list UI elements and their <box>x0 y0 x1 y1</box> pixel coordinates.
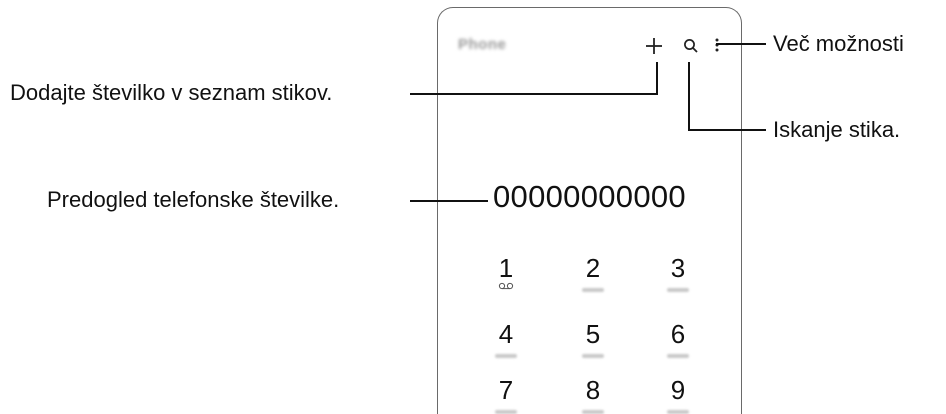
add-contact-leader-horizontal <box>410 93 658 95</box>
search-contact-callout: Iskanje stika. <box>773 117 901 142</box>
number-preview: 00000000000 <box>493 179 686 214</box>
plus-icon[interactable] <box>645 37 663 55</box>
key-letters <box>582 354 604 358</box>
key-digit: 9 <box>670 375 686 405</box>
key-6[interactable]: 6 <box>648 320 708 358</box>
search-leader-horizontal <box>688 129 766 131</box>
add-contact-leader-vertical <box>656 62 658 95</box>
key-digit: 3 <box>670 253 686 283</box>
key-digit: 6 <box>670 319 686 349</box>
more-options-icon[interactable] <box>714 37 720 53</box>
key-1[interactable]: 1 <box>476 254 536 290</box>
more-options-leader-line <box>716 43 766 45</box>
key-letters <box>495 354 517 358</box>
key-letters <box>667 410 689 414</box>
key-2[interactable]: 2 <box>563 254 623 292</box>
search-icon[interactable] <box>683 38 699 54</box>
key-9[interactable]: 9 <box>648 376 708 414</box>
key-digit: 1 <box>498 253 514 283</box>
add-to-contacts-callout: Dodajte številko v seznam stikov. <box>10 80 333 105</box>
app-title: Phone <box>458 36 507 53</box>
key-letters <box>582 288 604 292</box>
key-digit: 4 <box>498 319 514 349</box>
number-preview-callout: Predogled telefonske številke. <box>47 187 340 212</box>
key-digit: 8 <box>585 375 601 405</box>
key-7[interactable]: 7 <box>476 376 536 414</box>
phone-screen: Phone 00000000000 1 2 3 4 5 6 7 8 9 <box>437 7 742 414</box>
key-digit: 2 <box>585 253 601 283</box>
more-options-callout: Več možnosti <box>773 31 904 56</box>
key-letters <box>667 288 689 292</box>
key-5[interactable]: 5 <box>563 320 623 358</box>
screenshot-stage: Phone 00000000000 1 2 3 4 5 6 7 8 9 Več … <box>0 0 946 414</box>
search-leader-vertical <box>688 62 690 131</box>
key-letters <box>495 410 517 414</box>
key-letters <box>667 354 689 358</box>
key-letters <box>582 410 604 414</box>
voicemail-icon <box>498 282 514 290</box>
number-preview-leader-line <box>410 200 488 202</box>
key-digit: 7 <box>498 375 514 405</box>
key-8[interactable]: 8 <box>563 376 623 414</box>
key-3[interactable]: 3 <box>648 254 708 292</box>
key-digit: 5 <box>585 319 601 349</box>
key-4[interactable]: 4 <box>476 320 536 358</box>
